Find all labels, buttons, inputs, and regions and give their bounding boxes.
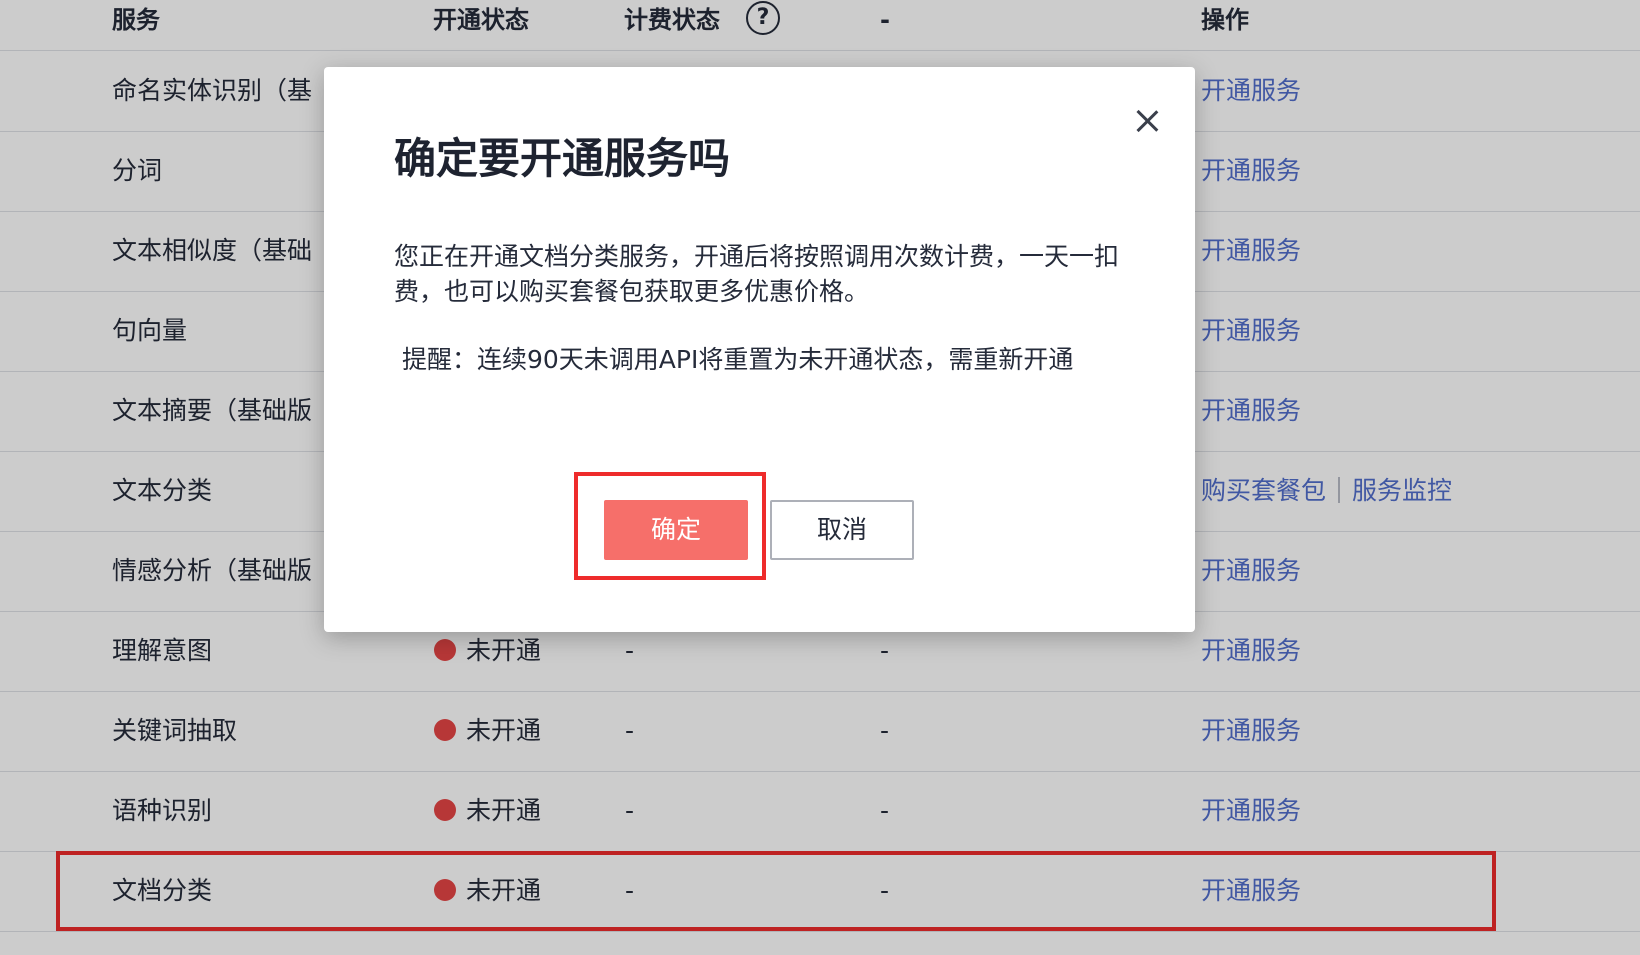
cancel-button[interactable]: 取消 [770, 500, 914, 560]
dialog-message: 您正在开通文档分类服务，开通后将按照调用次数计费，一天一扣费，也可以购买套餐包获… [394, 242, 1120, 306]
dialog-title: 确定要开通服务吗 [394, 134, 731, 183]
close-icon[interactable] [1127, 101, 1167, 141]
dialog-body: 您正在开通文档分类服务，开通后将按照调用次数计费，一天一扣费，也可以购买套餐包获… [394, 239, 1134, 377]
confirm-button[interactable]: 确定 [604, 500, 748, 560]
confirm-dialog: 确定要开通服务吗 您正在开通文档分类服务，开通后将按照调用次数计费，一天一扣费，… [324, 67, 1195, 632]
dialog-reminder: 提醒：连续90天未调用API将重置为未开通状态，需重新开通 [402, 345, 1074, 374]
